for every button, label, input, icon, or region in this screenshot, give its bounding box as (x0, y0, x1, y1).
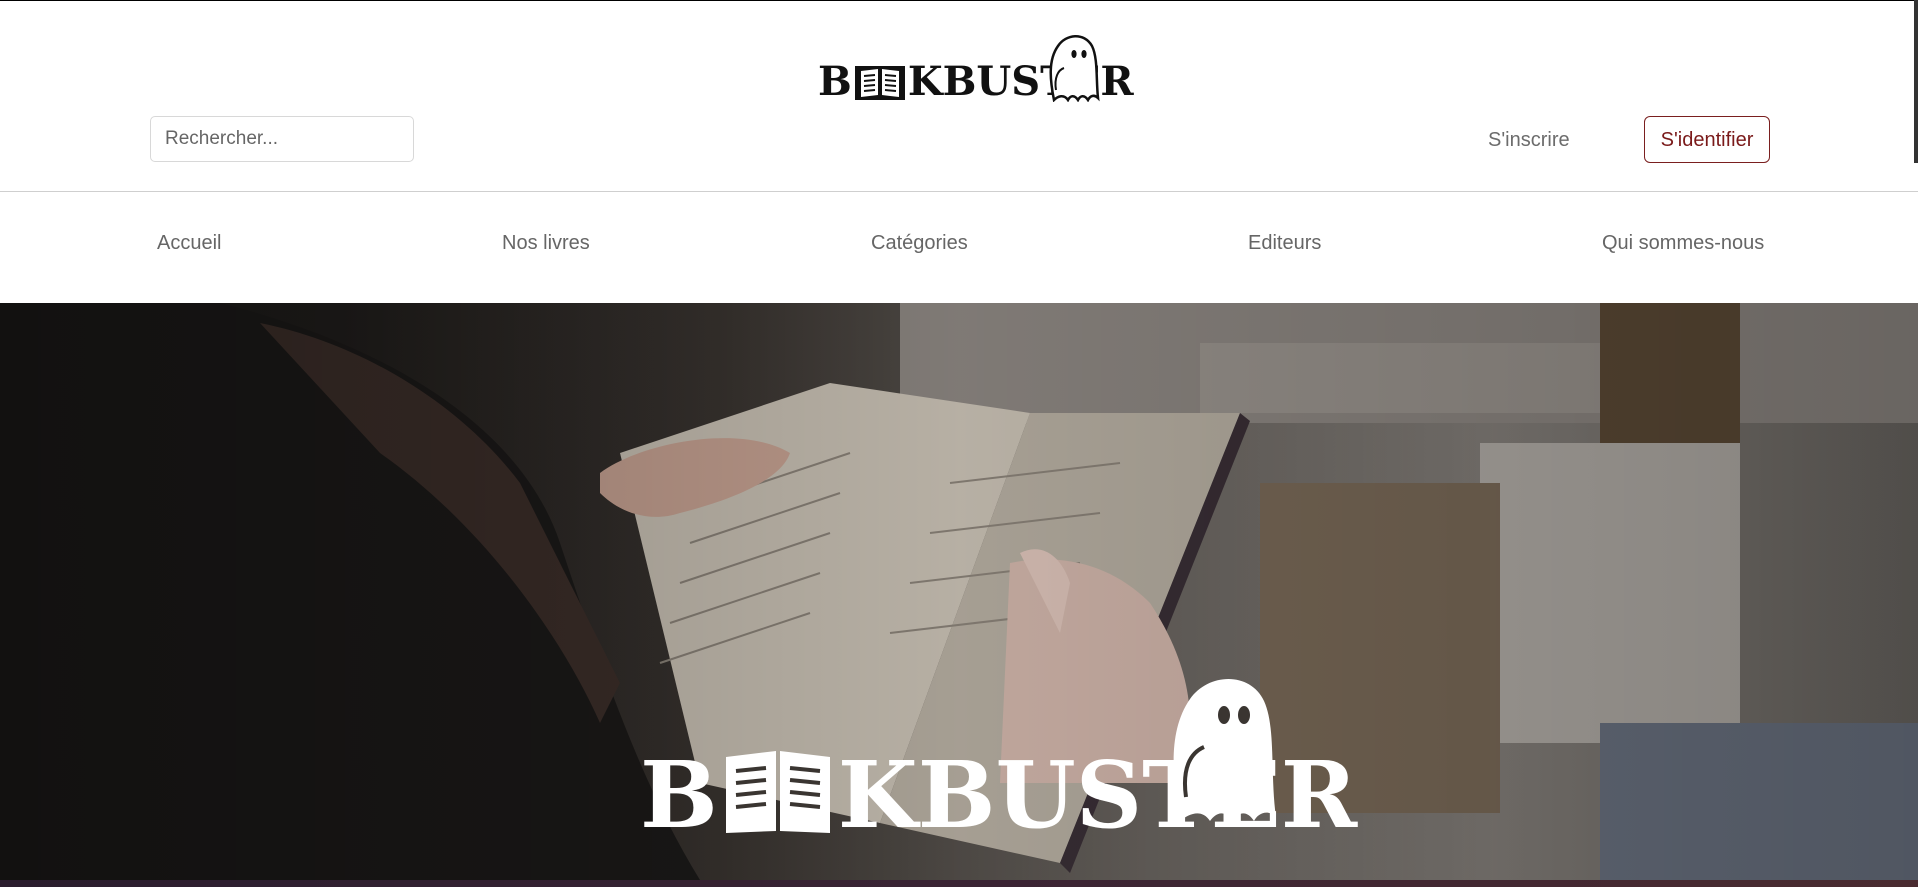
signup-link[interactable]: S'inscrire (1488, 119, 1570, 161)
open-book-icon (725, 751, 830, 833)
scrollbar[interactable] (1914, 0, 1918, 163)
hero-logo: B KBUSTER (640, 665, 1357, 849)
hero-logo-letter-b: B (640, 741, 718, 849)
open-book-icon (854, 66, 905, 100)
main-nav: Accueil Nos livres Catégories Editeurs Q… (0, 193, 1918, 303)
nav-item-editeurs[interactable]: Editeurs (1248, 231, 1321, 255)
nav-item-nos-livres[interactable]: Nos livres (502, 231, 590, 255)
nav-item-categories[interactable]: Catégories (871, 231, 968, 255)
bottom-strip (0, 880, 1918, 887)
site-logo[interactable]: B KBUSTER (818, 30, 1134, 106)
ghost-icon (1049, 35, 1100, 102)
ghost-icon (1173, 679, 1276, 821)
login-button[interactable]: S'identifier (1644, 116, 1770, 163)
nav-item-accueil[interactable]: Accueil (157, 231, 221, 255)
site-header: B KBUSTER Rechercher... S'inscrire S'ide… (0, 1, 1918, 192)
search-input[interactable] (150, 116, 414, 162)
logo-letter-b: B (818, 58, 852, 105)
nav-item-qui-sommes-nous[interactable]: Qui sommes-nous (1602, 231, 1764, 255)
hero-banner: B KBUSTER (0, 303, 1918, 880)
